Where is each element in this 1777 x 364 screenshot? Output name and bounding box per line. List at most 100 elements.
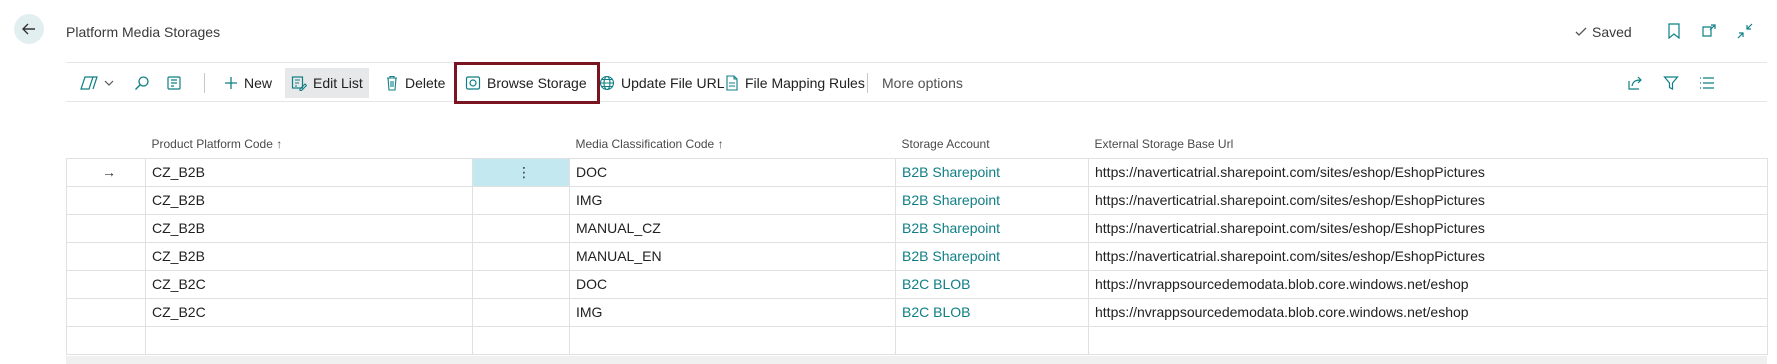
show-as-table-button[interactable] bbox=[160, 68, 188, 98]
cell-external-storage-base-url[interactable]: https://naverticatrial.sharepoint.com/si… bbox=[1088, 213, 1768, 243]
row-actions-cell[interactable] bbox=[472, 213, 570, 243]
cell-product-platform-code[interactable]: CZ_B2B bbox=[145, 157, 473, 187]
document-icon bbox=[726, 75, 738, 91]
cell-storage-account[interactable]: B2B Sharepoint bbox=[895, 185, 1089, 215]
sort-ascending-icon: ↑ bbox=[276, 136, 283, 151]
more-options-button[interactable]: More options bbox=[876, 68, 969, 98]
row-marker bbox=[66, 269, 146, 299]
table-row[interactable]: CZ_B2B MANUAL_CZ B2B Sharepoint https://… bbox=[66, 213, 1768, 243]
cell-product-platform-code[interactable]: CZ_B2B bbox=[145, 241, 473, 271]
column-header-label: Product Platform Code bbox=[151, 136, 273, 151]
update-file-url-label: Update File URL bbox=[621, 75, 725, 91]
collapse-icon[interactable] bbox=[1735, 21, 1755, 41]
chevron-down-icon bbox=[104, 80, 114, 86]
search-icon bbox=[135, 76, 149, 90]
filter-button[interactable] bbox=[1657, 68, 1685, 98]
cell-storage-account[interactable]: B2B Sharepoint bbox=[895, 213, 1089, 243]
column-header-storage-account[interactable]: Storage Account bbox=[896, 130, 1089, 158]
row-marker bbox=[66, 297, 146, 327]
cell-media-classification-code[interactable]: MANUAL_EN bbox=[569, 241, 896, 271]
data-table: Product Platform Code ↑ Media Classifica… bbox=[66, 130, 1768, 355]
cell-storage-account[interactable] bbox=[895, 325, 1089, 355]
cell-external-storage-base-url[interactable]: https://nvrappsourcedemodata.blob.core.w… bbox=[1088, 269, 1768, 299]
cell-external-storage-base-url[interactable]: https://naverticatrial.sharepoint.com/si… bbox=[1088, 241, 1768, 271]
copilot-menu-button[interactable] bbox=[74, 68, 120, 98]
cell-external-storage-base-url[interactable] bbox=[1088, 325, 1768, 355]
edit-list-button[interactable]: Edit List bbox=[285, 68, 369, 98]
row-marker bbox=[66, 213, 146, 243]
row-actions-cell[interactable] bbox=[472, 325, 570, 355]
cell-storage-account[interactable]: B2B Sharepoint bbox=[895, 241, 1089, 271]
globe-icon bbox=[599, 75, 615, 91]
action-bar: New Edit List Delete Browse Storage Upda… bbox=[66, 62, 1767, 102]
table-row[interactable]: CZ_B2B IMG B2B Sharepoint https://navert… bbox=[66, 185, 1768, 215]
arrow-left-icon bbox=[22, 23, 35, 35]
browse-storage-label: Browse Storage bbox=[487, 75, 587, 91]
cell-media-classification-code[interactable]: DOC bbox=[569, 157, 896, 187]
cell-external-storage-base-url[interactable]: https://naverticatrial.sharepoint.com/si… bbox=[1088, 157, 1768, 187]
column-header-media-classification-code[interactable]: Media Classification Code ↑ bbox=[570, 130, 896, 158]
new-button[interactable]: New bbox=[218, 68, 278, 98]
browse-storage-button[interactable]: Browse Storage bbox=[459, 68, 593, 98]
delete-label: Delete bbox=[405, 75, 446, 91]
cell-storage-account[interactable]: B2B Sharepoint bbox=[895, 157, 1089, 187]
row-marker bbox=[66, 241, 146, 271]
cell-product-platform-code[interactable]: CZ_B2C bbox=[145, 269, 473, 299]
update-file-url-button[interactable]: Update File URL bbox=[593, 68, 731, 98]
table-row[interactable]: CZ_B2C DOC B2C BLOB https://nvrappsource… bbox=[66, 269, 1768, 299]
edit-list-label: Edit List bbox=[313, 75, 363, 91]
table-row[interactable]: CZ_B2B MANUAL_EN B2B Sharepoint https://… bbox=[66, 241, 1768, 271]
toolbar-separator bbox=[867, 73, 868, 93]
column-header-label: External Storage Base Url bbox=[1094, 136, 1234, 151]
edit-list-icon bbox=[291, 76, 307, 91]
back-button[interactable] bbox=[14, 14, 44, 44]
bookmark-icon[interactable] bbox=[1664, 21, 1684, 41]
cell-external-storage-base-url[interactable]: https://naverticatrial.sharepoint.com/si… bbox=[1088, 185, 1768, 215]
row-actions-cell[interactable] bbox=[472, 241, 570, 271]
row-actions-cell[interactable] bbox=[472, 185, 570, 215]
share-button[interactable] bbox=[1621, 68, 1649, 98]
sort-ascending-icon: ↑ bbox=[717, 136, 724, 151]
new-label: New bbox=[244, 75, 273, 91]
cell-media-classification-code[interactable]: DOC bbox=[569, 269, 896, 299]
table-row[interactable]: → CZ_B2B ⋮ DOC B2B Sharepoint https://na… bbox=[66, 157, 1768, 187]
saved-label: Saved bbox=[1592, 24, 1632, 40]
cell-storage-account[interactable]: B2C BLOB bbox=[895, 297, 1089, 327]
actions-header bbox=[473, 130, 570, 158]
table-row-new[interactable] bbox=[66, 325, 1768, 355]
row-actions-cell[interactable] bbox=[472, 297, 570, 327]
cell-product-platform-code[interactable] bbox=[145, 325, 473, 355]
cell-product-platform-code[interactable]: CZ_B2B bbox=[145, 185, 473, 215]
row-actions-menu-icon[interactable]: ⋮ bbox=[472, 157, 570, 187]
trash-icon bbox=[387, 75, 397, 91]
row-marker bbox=[66, 185, 146, 215]
column-header-label: Media Classification Code bbox=[575, 136, 715, 151]
column-header-label: Storage Account bbox=[901, 136, 990, 151]
column-header-external-storage-base-url[interactable]: External Storage Base Url bbox=[1089, 130, 1768, 158]
browse-storage-icon bbox=[465, 76, 481, 90]
table-header-row: Product Platform Code ↑ Media Classifica… bbox=[67, 130, 1768, 158]
row-actions-cell[interactable] bbox=[472, 269, 570, 299]
open-new-window-icon[interactable] bbox=[1699, 21, 1719, 41]
cell-storage-account[interactable]: B2C BLOB bbox=[895, 269, 1089, 299]
column-header-product-platform-code[interactable]: Product Platform Code ↑ bbox=[146, 130, 473, 158]
filter-icon bbox=[1663, 76, 1679, 90]
toolbar-separator bbox=[204, 73, 205, 93]
cell-media-classification-code[interactable] bbox=[569, 325, 896, 355]
cell-external-storage-base-url[interactable]: https://nvrappsourcedemodata.blob.core.w… bbox=[1088, 297, 1768, 327]
row-marker-header bbox=[67, 130, 146, 158]
current-row-indicator: → bbox=[66, 157, 146, 187]
search-button[interactable] bbox=[128, 68, 156, 98]
cell-media-classification-code[interactable]: IMG bbox=[569, 297, 896, 327]
table-row[interactable]: CZ_B2C IMG B2C BLOB https://nvrappsource… bbox=[66, 297, 1768, 327]
cell-product-platform-code[interactable]: CZ_B2B bbox=[145, 213, 473, 243]
cell-media-classification-code[interactable]: IMG bbox=[569, 185, 896, 215]
copilot-icon bbox=[80, 76, 98, 90]
horizontal-scrollbar[interactable] bbox=[66, 356, 1767, 364]
delete-button[interactable]: Delete bbox=[379, 68, 451, 98]
cell-product-platform-code[interactable]: CZ_B2C bbox=[145, 297, 473, 327]
list-icon bbox=[1700, 77, 1714, 89]
file-mapping-rules-button[interactable]: File Mapping Rules bbox=[719, 68, 871, 98]
list-view-button[interactable] bbox=[1693, 68, 1721, 98]
cell-media-classification-code[interactable]: MANUAL_CZ bbox=[569, 213, 896, 243]
